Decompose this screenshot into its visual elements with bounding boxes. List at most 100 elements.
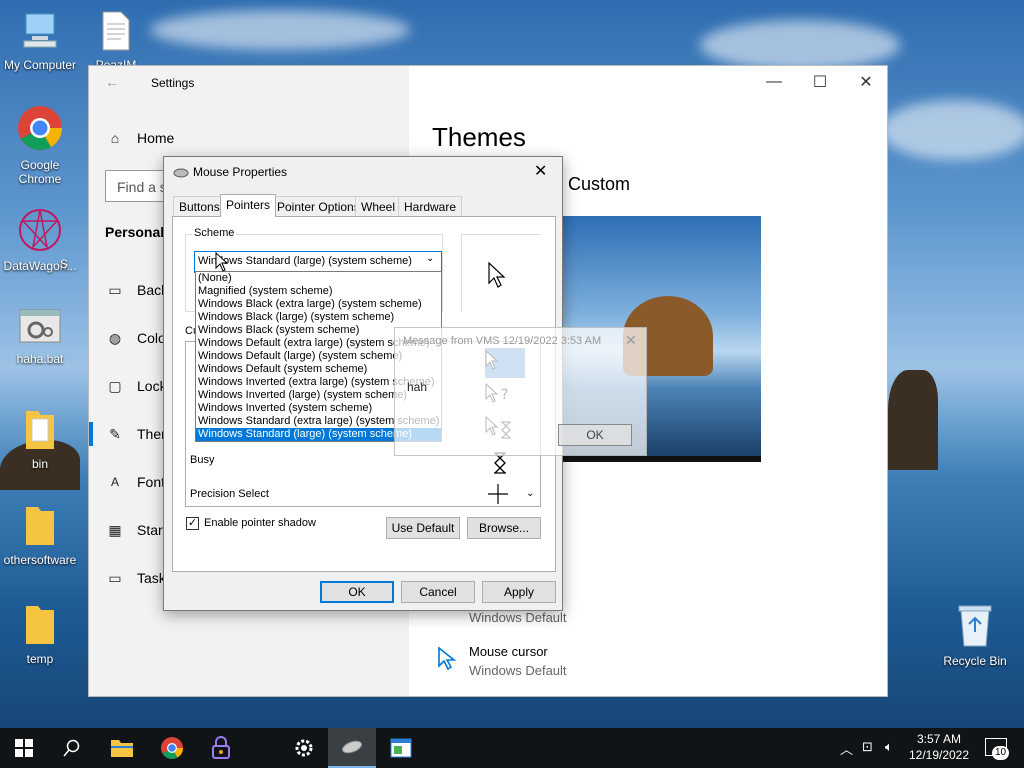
crosshair-icon [488, 484, 508, 504]
recycle-bin-icon [958, 605, 992, 647]
scheme-option[interactable]: (None) [196, 272, 441, 285]
message-box-ok-button[interactable]: OK [558, 424, 632, 446]
start-icon: ▦ [108, 521, 122, 538]
taskbar-icon: ▭ [108, 569, 122, 586]
cloud [150, 10, 410, 50]
scheme-option[interactable]: Windows Black (large) (system scheme) [196, 311, 441, 324]
start-button[interactable] [0, 728, 48, 768]
clock-time[interactable]: 3:57 AM [912, 732, 966, 746]
cursor-row-precision-select[interactable]: Precision Select [190, 488, 269, 500]
window-app-icon [390, 738, 412, 758]
notification-count-badge: 10 [992, 746, 1010, 760]
search-placeholder: Find a s [117, 179, 167, 195]
desktop-icon-label: othersoftware [3, 553, 77, 567]
desktop-icon-haha-bat[interactable]: haha.bat [0, 308, 80, 366]
nav-start[interactable]: ▦ Start [107, 521, 166, 539]
apply-button[interactable]: Apply [482, 581, 556, 603]
lock-screen-icon: ▢ [108, 377, 122, 394]
taskbar-settings[interactable] [280, 728, 328, 768]
nav-lock-screen[interactable]: ▢ Lock [107, 377, 166, 395]
page-title: Themes [432, 122, 526, 152]
preview-taskbar [563, 456, 761, 462]
clock-date[interactable]: 12/19/2022 [907, 748, 971, 762]
nav-label: Ther [137, 426, 166, 442]
message-box: Message from VMS 12/19/2022 3:53 AM ✕ ? … [394, 327, 647, 456]
taskbar-mouse-properties[interactable] [328, 728, 376, 768]
palette-icon: ◍ [108, 329, 122, 346]
scheme-selected-value: Windows Standard (large) (system scheme) [198, 255, 412, 267]
scheme-option[interactable]: Windows Black (extra large) (system sche… [196, 298, 441, 311]
desktop-icon-label: My Computer [3, 58, 77, 72]
close-button[interactable]: ✕ [843, 72, 889, 92]
browse-button[interactable]: Browse... [467, 517, 541, 539]
mouse-pointer-icon [215, 252, 229, 272]
mouse-icon [173, 168, 189, 178]
desktop-icon-chrome[interactable]: Google Chrome [0, 104, 80, 186]
datawagon-icon [19, 209, 61, 251]
desktop-icon-my-computer[interactable]: My Computer [0, 10, 80, 72]
pointer-shadow-checkbox[interactable]: ✓ [186, 517, 199, 530]
use-default-button[interactable]: Use Default [386, 517, 460, 539]
maximize-button[interactable]: ☐ [797, 72, 843, 92]
folder-icon [26, 507, 54, 545]
desktop-icon-recycle-bin[interactable]: Recycle Bin [935, 602, 1015, 668]
taskbar-file-explorer[interactable] [98, 728, 146, 768]
mouse-cursor-title[interactable]: Mouse cursor [469, 644, 548, 659]
taskbar-search-button[interactable] [48, 728, 96, 768]
desktop-icon-temp[interactable]: temp [0, 602, 80, 666]
desktop-icon-othersoftware[interactable]: othersoftware [0, 503, 80, 567]
desktop-icon-label: S [59, 257, 68, 271]
cloud [880, 100, 1024, 160]
message-box-title: Message from VMS 12/19/2022 3:53 AM [403, 335, 602, 347]
nav-background[interactable]: ▭ Back [107, 281, 168, 299]
back-arrow-icon[interactable]: ← [105, 74, 119, 90]
minimize-button[interactable]: — [751, 72, 797, 92]
desktop-icon-label: Recycle Bin [943, 654, 1007, 668]
ok-button[interactable]: OK [320, 581, 394, 603]
message-box-text: hah [407, 380, 428, 394]
tab-pointer-options[interactable]: Pointer Options [271, 196, 366, 217]
scheme-label: Scheme [192, 227, 237, 239]
computer-icon [23, 13, 57, 48]
desktop-icon-s[interactable]: S [44, 257, 84, 271]
tab-wheel[interactable]: Wheel [355, 196, 402, 217]
search-icon [63, 739, 80, 757]
nav-colors[interactable]: ◍ Colo [107, 329, 166, 347]
cloud [700, 20, 900, 70]
taskbar-lock-app[interactable] [197, 728, 245, 768]
taskbar-vms-app[interactable] [377, 728, 425, 768]
taskbar: ︿ ⊡ 🔈︎ 3:57 AM 12/19/2022 10 [0, 728, 1024, 768]
mouse-icon [341, 740, 363, 754]
chevron-down-icon[interactable]: ⌄ [426, 253, 434, 264]
taskbar-chrome[interactable] [148, 728, 196, 768]
message-box-close-icon[interactable]: ✕ [625, 332, 637, 349]
mouse-cursor-value: Windows Default [469, 663, 567, 678]
nav-label: Colo [137, 330, 166, 346]
fonts-icon: A [110, 475, 119, 489]
cursor-row-busy[interactable]: Busy [190, 454, 214, 466]
tray-chevron-up-icon[interactable]: ︿ [840, 739, 853, 758]
scheme-option[interactable]: Magnified (system scheme) [196, 285, 441, 298]
image-icon: ▭ [108, 281, 122, 298]
desktop-icon-label: haha.bat [16, 352, 64, 366]
mouse-cursor-icon [438, 646, 457, 670]
tab-pointers[interactable]: Pointers [220, 194, 277, 217]
nav-themes[interactable]: ✎ Ther [107, 426, 166, 443]
batch-file-icon [19, 309, 61, 343]
tab-buttons[interactable]: Buttons [173, 196, 226, 217]
tab-hardware[interactable]: Hardware [398, 196, 463, 217]
dialog-close-button[interactable]: ✕ [534, 161, 547, 181]
volume-icon[interactable]: 🔈︎ [885, 739, 893, 755]
scroll-down-icon[interactable]: ⌄ [526, 488, 534, 499]
faded-working-cursor-icon [485, 416, 511, 439]
cancel-button[interactable]: Cancel [401, 581, 475, 603]
desktop-icon-bin[interactable]: bin [0, 405, 80, 471]
scheme-select[interactable]: Windows Standard (large) (system scheme) [194, 251, 442, 273]
folder-icon [26, 606, 54, 644]
faded-arrow-icon [485, 350, 499, 370]
settings-home[interactable]: ⌂ Home [107, 130, 175, 146]
svg-text:?: ? [501, 387, 508, 403]
network-icon[interactable]: ⊡ [862, 739, 873, 755]
desktop-icon-peazim[interactable]: PeazIM [76, 10, 156, 66]
theme-item-value: Windows Default [469, 610, 567, 625]
